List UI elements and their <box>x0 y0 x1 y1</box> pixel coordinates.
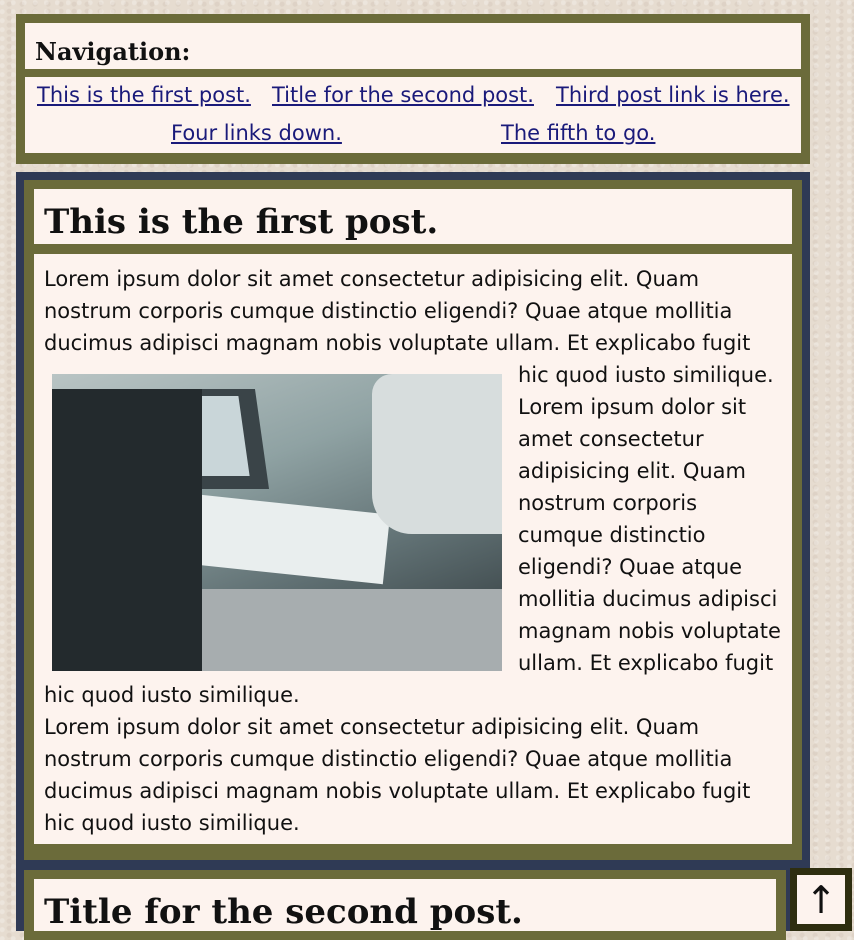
post-second: Title for the second post. <box>16 862 794 940</box>
nav-link-second-post[interactable]: Title for the second post. <box>272 83 534 107</box>
arrow-up-icon: ↑ <box>797 875 845 924</box>
nav-link-fifth-post[interactable]: The fifth to go. <box>501 121 655 145</box>
nav-link-first-post[interactable]: This is the first post. <box>37 83 251 107</box>
post-image-laptops-meeting <box>52 374 502 671</box>
post-paragraph: Lorem ipsum dolor sit amet consectetur a… <box>44 715 751 835</box>
navigation-panel: Navigation: This is the first post. Titl… <box>16 14 810 164</box>
nav-link-third-post[interactable]: Third post link is here. <box>556 83 790 107</box>
navigation-heading: Navigation: <box>25 23 801 69</box>
back-to-top-button[interactable]: ↑ <box>790 868 852 931</box>
post-title: This is the first post. <box>34 189 792 244</box>
nav-link-fourth-post[interactable]: Four links down. <box>171 121 342 145</box>
post-first: This is the first post. Lorem ipsum dolo… <box>16 172 810 868</box>
post-title: Title for the second post. <box>34 879 776 932</box>
post-body: Lorem ipsum dolor sit amet consectetur a… <box>34 254 792 844</box>
post-paragraph: Lorem ipsum dolor sit amet consectetur a… <box>44 267 781 707</box>
navigation-links: This is the first post. Title for the se… <box>25 77 801 153</box>
